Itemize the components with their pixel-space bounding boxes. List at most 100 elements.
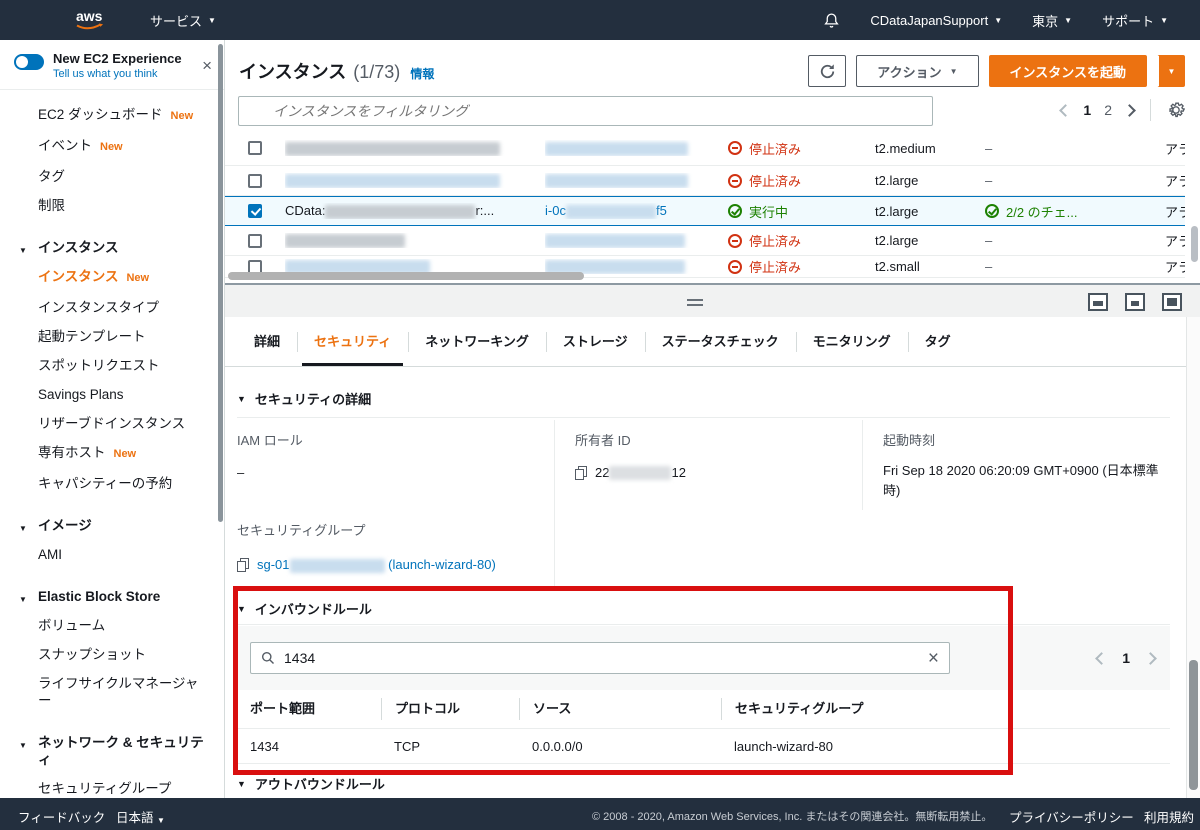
sidebar-item[interactable]: リザーブドインスタンス [0, 409, 224, 438]
tab-5[interactable]: ステータスチェック [644, 317, 796, 366]
page-number-current[interactable]: 1 [1122, 650, 1130, 666]
horizontal-scrollbar[interactable] [228, 272, 584, 280]
instance-id-link[interactable] [545, 140, 728, 156]
previous-page-icon[interactable] [1095, 651, 1109, 665]
row-checkbox[interactable] [248, 173, 262, 188]
sidebar-item[interactable]: ボリューム [0, 611, 224, 640]
page-number-current[interactable]: 1 [1083, 102, 1091, 118]
sidebar-scrollbar[interactable] [218, 44, 223, 522]
support-menu[interactable]: サポート ▼ [1102, 11, 1168, 30]
sidebar-item[interactable]: スナップショット [0, 640, 224, 669]
launch-instance-button[interactable]: インスタンスを起動 [988, 55, 1147, 87]
redacted-text [285, 234, 405, 249]
sidebar-item[interactable]: キャパシティーの予約 [0, 469, 224, 498]
state-label: 停止済み [749, 260, 802, 275]
sidebar-item[interactable]: スポットリクエスト [0, 351, 224, 380]
row-checkbox[interactable] [248, 141, 262, 155]
row-checkbox[interactable] [248, 233, 262, 248]
actions-button[interactable]: アクション ▼ [856, 55, 979, 87]
inbound-search-box[interactable]: 1434 × [250, 642, 950, 674]
sidebar-item-label: 起動テンプレート [38, 329, 146, 344]
sidebar-item[interactable]: 制限 [0, 191, 224, 220]
info-link[interactable]: 情報 [410, 65, 434, 82]
redacted-text [285, 174, 500, 189]
alarm-status: アラ [1165, 204, 1185, 220]
instance-row[interactable]: 停止済み t2.large – アラ [225, 166, 1185, 196]
panel-scrollbar[interactable] [1186, 317, 1200, 798]
sidebar-item[interactable]: Savings Plans [0, 380, 224, 409]
instance-row[interactable]: 停止済み t2.medium – アラ [225, 131, 1185, 166]
sidebar-item[interactable]: 専有ホスト New [0, 438, 224, 469]
checkbox-cell [225, 141, 285, 155]
tab-6[interactable]: モニタリング [795, 317, 908, 366]
tab-7[interactable]: タグ [907, 317, 968, 366]
next-page-icon[interactable] [1123, 103, 1136, 117]
privacy-policy-link[interactable]: プライバシーポリシー [1009, 807, 1134, 826]
sidebar-item[interactable]: インスタンス New [0, 262, 224, 293]
status-check-label: – [985, 140, 993, 156]
region-menu[interactable]: 東京 ▼ [1032, 11, 1072, 30]
aws-logo-icon[interactable]: aws [74, 7, 112, 33]
status-check-label: – [985, 173, 993, 188]
layout-split-medium-icon[interactable] [1125, 293, 1145, 311]
notifications-bell-icon[interactable] [823, 12, 840, 29]
instance-state: 停止済み [728, 139, 875, 158]
new-badge: New [126, 272, 150, 284]
launch-instance-dropdown[interactable]: ▼ [1157, 55, 1185, 87]
instance-id-link[interactable]: i-0c f5 [545, 203, 728, 219]
terms-link[interactable]: 利用規約 [1144, 807, 1194, 826]
new-badge: New [113, 448, 137, 460]
panel-drag-handle[interactable] [687, 299, 703, 301]
sidebar-item[interactable]: イベント New [0, 131, 224, 162]
layout-full-icon[interactable] [1162, 293, 1182, 311]
table-vertical-scrollbar[interactable] [1191, 226, 1198, 262]
sidebar-item[interactable]: セキュリティグループNew [0, 774, 224, 798]
instance-id-link[interactable] [545, 233, 728, 249]
row-checkbox[interactable] [248, 204, 262, 218]
sidebar-item[interactable]: ライフサイクルマネージャー [0, 669, 224, 715]
next-page-icon[interactable] [1144, 651, 1157, 665]
services-menu[interactable]: サービス ▼ [150, 11, 216, 30]
security-group-link[interactable]: sg-01 (launch-wizard-80) [237, 555, 536, 575]
column-header: プロトコル [381, 698, 519, 720]
instance-filter-input[interactable] [238, 96, 933, 126]
page-number-2[interactable]: 2 [1104, 102, 1112, 118]
close-icon[interactable]: × [202, 57, 212, 74]
instance-id-link[interactable] [545, 173, 728, 189]
inbound-rule-row[interactable]: 1434 TCP 0.0.0.0/0 launch-wizard-80 [237, 729, 1170, 764]
tab-3[interactable]: ネットワーキング [408, 317, 546, 366]
clear-search-icon[interactable]: × [928, 649, 939, 668]
status-check: – [985, 259, 1165, 274]
state-label: 実行中 [749, 204, 789, 220]
sidebar-item[interactable]: 起動テンプレート [0, 322, 224, 351]
language-menu[interactable]: 日本語 ▼ [116, 807, 165, 826]
main-content: インスタンス (1/73) 情報 アクション ▼ インスタンスを起動 ▼ インス… [225, 40, 1200, 798]
header-actions: アクション ▼ インスタンスを起動 ▼ [808, 55, 1185, 87]
layout-split-small-icon[interactable] [1088, 293, 1108, 311]
tab-1[interactable]: 詳細 [237, 317, 297, 366]
sidebar-item[interactable]: EC2 ダッシュボード New [0, 100, 224, 131]
sidebar-item[interactable]: AMI [0, 540, 224, 569]
scrollbar-thumb[interactable] [1189, 660, 1198, 790]
experience-toggle[interactable] [14, 54, 44, 70]
tab-2[interactable]: セキュリティ [297, 317, 408, 366]
inbound-rules-header[interactable]: ▼ インバウンドルール [237, 599, 372, 618]
collapse-triangle-icon: ▼ [237, 603, 246, 614]
copy-icon[interactable] [575, 465, 587, 480]
instance-row[interactable]: 停止済み t2.large – アラ [225, 226, 1185, 256]
sidebar-nav: EC2 ダッシュボード New イベント New タグ 制限 ▼ インスタンス インスタンス Ne… [0, 90, 224, 798]
instance-name [285, 140, 545, 156]
refresh-button[interactable] [808, 55, 847, 87]
copy-icon[interactable] [237, 558, 249, 573]
sidebar-item[interactable]: タグ [0, 162, 224, 191]
tab-4[interactable]: ストレージ [545, 317, 645, 366]
sidebar-item[interactable]: インスタンスタイプ [0, 293, 224, 322]
table-settings-gear-icon[interactable] [1167, 101, 1185, 119]
account-menu[interactable]: CDataJapanSupport ▼ [870, 13, 1002, 28]
feedback-link[interactable]: フィードバック [18, 807, 105, 826]
experience-subtitle-link[interactable]: Tell us what you think [53, 68, 182, 80]
outbound-rules-header[interactable]: ▼ アウトバウンドルール [237, 774, 385, 793]
security-details-header[interactable]: ▼ セキュリティの詳細 [237, 389, 371, 408]
instance-row[interactable]: CData: r:... i-0c f5 実行中 t2.large 2/2 のチェ... アラ [225, 196, 1185, 226]
previous-page-icon[interactable] [1059, 103, 1073, 117]
